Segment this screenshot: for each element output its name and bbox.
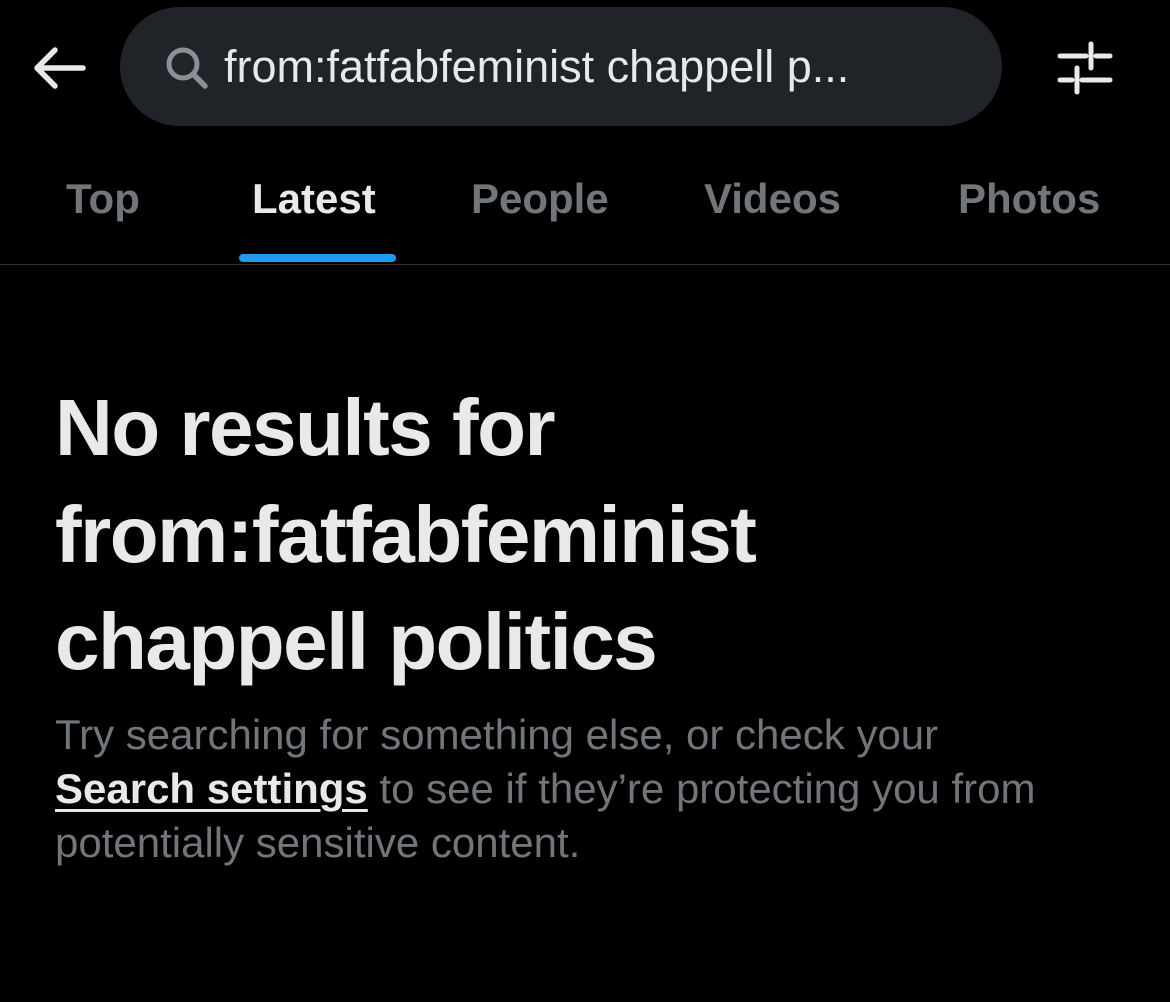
back-button[interactable] bbox=[26, 38, 92, 98]
no-results-title-line: chappell politics bbox=[55, 597, 658, 686]
tab-top[interactable]: Top bbox=[66, 170, 140, 228]
tab-latest[interactable]: Latest bbox=[252, 170, 376, 228]
description-text: to see if they’re protecting you from bbox=[367, 765, 1036, 812]
search-settings-link[interactable]: Search settings bbox=[55, 765, 368, 812]
active-tab-indicator bbox=[239, 254, 396, 262]
arrow-left-icon bbox=[34, 47, 86, 89]
search-input[interactable]: from:fatfabfeminist chappell p... bbox=[120, 7, 1002, 126]
description-line: potentially sensitive content. bbox=[55, 819, 581, 866]
description-line: Try searching for something else, or che… bbox=[55, 711, 939, 758]
no-results-description: Try searching for something else, or che… bbox=[55, 708, 1135, 870]
search-query-text[interactable]: from:fatfabfeminist chappell p... bbox=[224, 37, 964, 97]
tab-photos[interactable]: Photos bbox=[958, 170, 1100, 228]
no-results-title-line: from:fatfabfeminist bbox=[55, 490, 757, 579]
search-filters-button[interactable] bbox=[1052, 36, 1118, 100]
tab-videos[interactable]: Videos bbox=[704, 170, 841, 228]
search-tabs: Top Latest People Videos Photos bbox=[0, 140, 1170, 265]
tab-people[interactable]: People bbox=[471, 170, 609, 228]
top-bar: from:fatfabfeminist chappell p... bbox=[0, 0, 1170, 140]
search-icon bbox=[166, 47, 208, 89]
description-line: Search settings to see if they’re protec… bbox=[55, 762, 1135, 816]
no-results-title-line: No results for bbox=[55, 383, 556, 472]
no-results-title: No results for from:fatfabfeminist chapp… bbox=[55, 374, 1115, 695]
sliders-icon bbox=[1057, 41, 1113, 95]
